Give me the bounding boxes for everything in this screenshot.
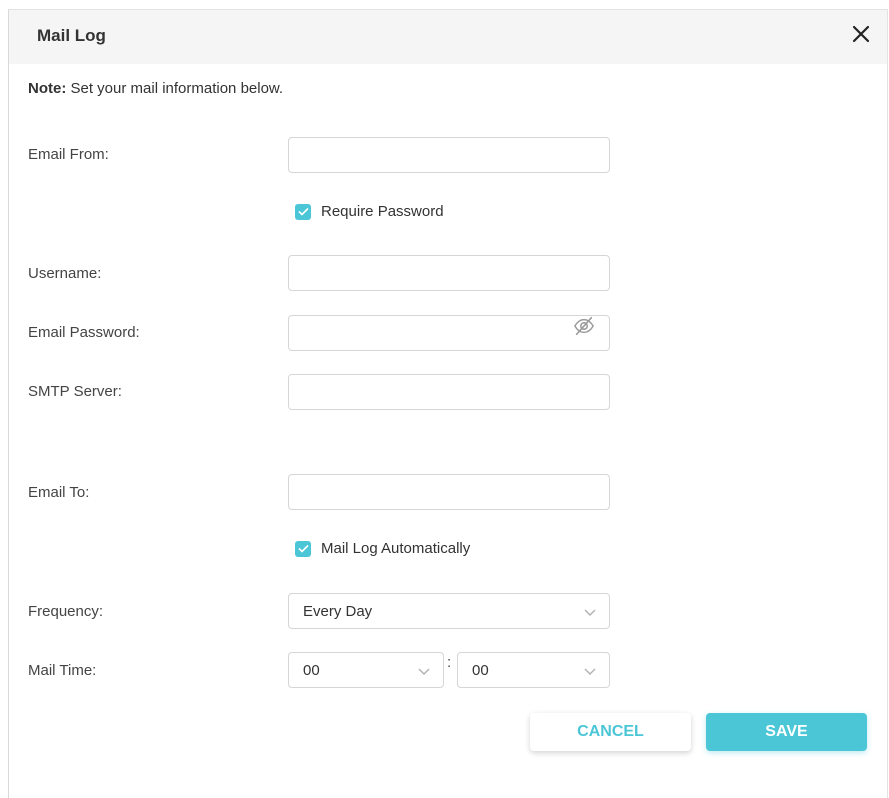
email-to-label: Email To:	[28, 484, 90, 501]
note-text: Note: Set your mail information below.	[28, 80, 283, 97]
frequency-value: Every Day	[303, 603, 373, 620]
close-icon	[852, 25, 870, 43]
time-separator: :	[447, 654, 452, 671]
mail-time-minute-select[interactable]: 00	[457, 652, 610, 688]
mail-time-label: Mail Time:	[28, 662, 97, 679]
hour-value: 00	[303, 662, 320, 679]
mail-log-auto-label: Mail Log Automatically	[321, 540, 471, 557]
email-password-label: Email Password:	[28, 324, 140, 341]
checkmark-icon	[297, 207, 309, 216]
dialog-header: Mail Log	[9, 10, 887, 64]
frequency-select[interactable]: Every Day	[288, 593, 610, 629]
eye-off-icon[interactable]	[573, 315, 595, 337]
email-password-input[interactable]	[288, 315, 610, 351]
note-body: Set your mail information below.	[70, 80, 284, 97]
checkbox-checked	[295, 203, 311, 220]
chevron-down-icon	[418, 668, 430, 675]
note-prefix: Note:	[28, 80, 67, 97]
username-input[interactable]	[288, 255, 610, 291]
chevron-down-icon	[584, 609, 596, 616]
mail-time-hour-select[interactable]: 00	[288, 652, 444, 688]
cancel-button[interactable]: CANCEL	[530, 713, 691, 751]
smtp-server-label: SMTP Server:	[28, 383, 122, 400]
minute-value: 00	[472, 662, 489, 679]
require-password-label: Require Password	[321, 203, 444, 220]
dialog-title: Mail Log	[37, 26, 106, 45]
email-from-input[interactable]	[288, 137, 610, 173]
mail-log-auto-checkbox[interactable]: Mail Log Automatically	[295, 540, 470, 557]
require-password-checkbox[interactable]: Require Password	[295, 203, 444, 220]
close-button[interactable]	[849, 22, 873, 46]
checkmark-icon	[297, 544, 309, 553]
checkbox-checked	[295, 540, 311, 557]
email-from-label: Email From:	[28, 146, 109, 163]
username-label: Username:	[28, 265, 102, 282]
chevron-down-icon	[584, 668, 596, 675]
smtp-server-input[interactable]	[288, 374, 610, 410]
email-to-input[interactable]	[288, 474, 610, 510]
save-button[interactable]: SAVE	[706, 713, 867, 751]
frequency-label: Frequency:	[28, 603, 104, 620]
